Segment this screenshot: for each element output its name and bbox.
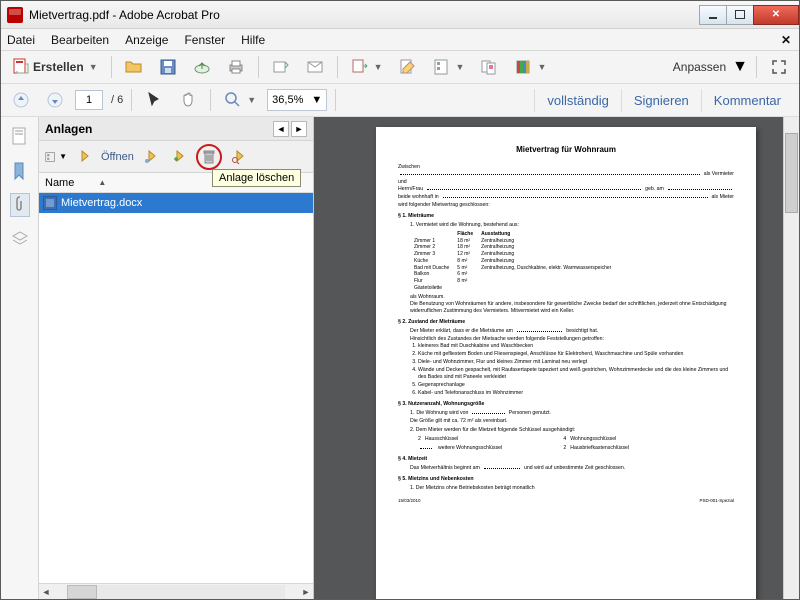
- panel-title: Anlagen: [45, 122, 92, 136]
- open-attachment-button[interactable]: [73, 146, 95, 168]
- attachments-panel: Anlagen ◄ ► ▼ Öffnen Anlage löschen N: [39, 117, 314, 599]
- print-button[interactable]: [222, 55, 250, 79]
- search-attachment-button[interactable]: [228, 146, 250, 168]
- arrow-down-icon: [46, 91, 64, 109]
- doc-vscroll[interactable]: [783, 117, 799, 599]
- panel-prev-button[interactable]: ◄: [273, 121, 289, 137]
- customize-label[interactable]: Anpassen: [673, 60, 726, 74]
- open-label[interactable]: Öffnen: [101, 151, 134, 163]
- fullscreen-button[interactable]: [765, 55, 793, 79]
- hand-icon: [179, 91, 197, 109]
- page-down-button[interactable]: [41, 88, 69, 112]
- toolbar-main: Erstellen ▼ ▼ ▼ ▼ Anpassen▼: [1, 51, 799, 84]
- panel-toolbar: ▼ Öffnen Anlage löschen: [39, 141, 313, 173]
- content: Anlagen ◄ ► ▼ Öffnen Anlage löschen N: [1, 117, 799, 599]
- sort-indicator-icon: ▲: [98, 178, 106, 187]
- select-tool-button[interactable]: [140, 88, 168, 112]
- condition-list: kleineres Bad mit Duschkabine und Waschb…: [418, 343, 734, 397]
- tools-tab[interactable]: vollständig: [534, 89, 620, 112]
- bookmarks-tab[interactable]: [10, 159, 30, 183]
- form-button[interactable]: ▼: [428, 55, 470, 79]
- app-window: Mietvertrag.pdf - Adobe Acrobat Pro Date…: [0, 0, 800, 600]
- page-number-input[interactable]: [75, 90, 103, 110]
- save-icon: [159, 58, 177, 76]
- window-buttons: [700, 5, 799, 25]
- doc-title: Mietvertrag für Wohnraum: [398, 145, 734, 156]
- menu-file[interactable]: Datei: [7, 33, 35, 47]
- layers-tab[interactable]: [10, 227, 30, 251]
- thumbnails-tab[interactable]: [10, 125, 30, 149]
- page-1: Mietvertrag für Wohnraum Zwischen als Ve…: [376, 127, 756, 599]
- share-button[interactable]: [267, 55, 295, 79]
- close-doc-button[interactable]: ✕: [781, 33, 791, 47]
- close-button[interactable]: [753, 5, 799, 25]
- menu-window[interactable]: Fenster: [184, 33, 225, 47]
- maximize-button[interactable]: [726, 5, 754, 25]
- cloud-icon: [193, 58, 211, 76]
- open-button[interactable]: [120, 55, 148, 79]
- export-icon: [351, 58, 369, 76]
- pdf-icon: [12, 58, 30, 76]
- print-icon: [227, 58, 245, 76]
- save-button[interactable]: [154, 55, 182, 79]
- cloud-button[interactable]: [188, 55, 216, 79]
- list-item[interactable]: Mietvertrag.docx: [39, 193, 313, 213]
- export-button[interactable]: ▼: [346, 55, 388, 79]
- edit-icon: [399, 58, 417, 76]
- multimedia-icon: [514, 58, 532, 76]
- save-attachment-button[interactable]: [140, 146, 162, 168]
- rooms-table: FlächeAusstattung Zimmer 118 m²Zentralhe…: [414, 231, 619, 292]
- sign-tab[interactable]: Signieren: [621, 89, 701, 112]
- comment-tab[interactable]: Kommentar: [701, 89, 793, 112]
- multimedia-button[interactable]: ▼: [509, 55, 551, 79]
- add-attachment-button[interactable]: [168, 146, 190, 168]
- envelope-icon: [306, 58, 324, 76]
- combine-button[interactable]: [475, 55, 503, 79]
- doc-icon: [43, 196, 57, 210]
- titlebar: Mietvertrag.pdf - Adobe Acrobat Pro: [1, 1, 799, 29]
- right-menu: vollständig Signieren Kommentar: [534, 89, 793, 112]
- nav-strip: [1, 117, 39, 599]
- share-icon: [272, 58, 290, 76]
- view-options-button[interactable]: ▼: [45, 146, 67, 168]
- attachment-list: Mietvertrag.docx: [39, 193, 313, 583]
- menu-view[interactable]: Anzeige: [125, 33, 168, 47]
- document-view[interactable]: Mietvertrag für Wohnraum Zwischen als Ve…: [314, 117, 799, 599]
- item-name: Mietvertrag.docx: [61, 197, 142, 209]
- panel-next-button[interactable]: ►: [291, 121, 307, 137]
- menu-edit[interactable]: Bearbeiten: [51, 33, 109, 47]
- create-button[interactable]: Erstellen ▼: [7, 55, 103, 79]
- panel-nav: ◄ ►: [273, 121, 307, 137]
- zoom-select[interactable]: 36,5%▼: [267, 89, 327, 111]
- minimize-button[interactable]: [699, 5, 727, 25]
- form-icon: [433, 58, 451, 76]
- page-count: / 6: [111, 94, 123, 106]
- panel-hscroll[interactable]: ◄ ►: [39, 583, 313, 599]
- edit-pdf-button[interactable]: [394, 55, 422, 79]
- tooltip: Anlage löschen: [212, 169, 301, 187]
- email-button[interactable]: [301, 55, 329, 79]
- folder-open-icon: [125, 58, 143, 76]
- zoom-tool-button[interactable]: ▼: [219, 88, 261, 112]
- create-label: Erstellen: [33, 60, 84, 74]
- panel-header: Anlagen ◄ ►: [39, 117, 313, 141]
- attachments-tab[interactable]: [10, 193, 30, 217]
- window-title: Mietvertrag.pdf - Adobe Acrobat Pro: [29, 8, 700, 22]
- delete-attachment-button[interactable]: [198, 146, 220, 168]
- trash-icon: [202, 149, 216, 165]
- page-up-button[interactable]: [7, 88, 35, 112]
- hand-tool-button[interactable]: [174, 88, 202, 112]
- cursor-icon: [145, 91, 163, 109]
- acrobat-icon: [7, 7, 23, 23]
- combine-icon: [480, 58, 498, 76]
- col-name: Name: [45, 177, 74, 189]
- menu-help[interactable]: Hilfe: [241, 33, 265, 47]
- delete-highlight: [196, 144, 222, 170]
- fullscreen-icon: [770, 58, 788, 76]
- menubar: Datei Bearbeiten Anzeige Fenster Hilfe ✕: [1, 29, 799, 51]
- zoom-icon: [224, 91, 242, 109]
- toolbar-nav: / 6 ▼ 36,5%▼ vollständig Signieren Komme…: [1, 84, 799, 117]
- arrow-up-icon: [12, 91, 30, 109]
